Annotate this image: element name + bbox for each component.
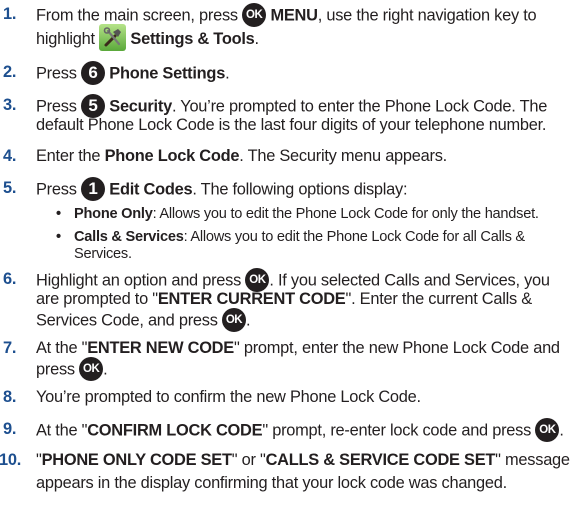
text: " message [495,451,570,469]
step-number: 7. [3,339,17,357]
text: ". Enter the current Calls & [345,290,533,308]
settings-tools-label: Settings & Tools [126,29,255,48]
security-label: Security [104,97,172,116]
text: Press [36,64,81,83]
text: You’re prompted to confirm the new Phone… [36,388,421,406]
step-number: 2. [3,63,17,81]
step-number: 10. [0,451,22,469]
text: Press [36,97,81,116]
step-number: 4. [3,147,17,165]
step-text: At the "ENTER NEW CODE" prompt, enter th… [36,338,586,381]
ok-key-icon: OK [221,308,246,332]
step-text: Press 6 Phone Settings. [36,61,586,85]
key-6-icon: 6 [80,61,105,85]
text: highlight [36,29,100,48]
step-number: 8. [3,388,17,406]
settings-tools-icon [99,24,127,51]
text: appears in the display confirming that y… [36,474,507,492]
option-label: Calls & Services [74,229,184,245]
text: Enter the [36,147,105,165]
step-number: 3. [3,96,17,114]
message-label: PHONE ONLY CODE SET [41,451,232,469]
text: . The following options display: [192,180,408,199]
step-text: Enter the Phone Lock Code. The Security … [36,146,586,166]
phone-lock-code-label: Phone Lock Code [104,147,240,165]
text: are prompted to " [36,290,158,308]
edit-codes-label: Edit Codes [104,180,193,199]
text: . You’re prompted to enter the Phone Loc… [171,97,548,116]
text: . [225,64,230,83]
key-1-icon: 1 [80,177,105,201]
step-text: Press 5 Security. You’re prompted to ent… [36,94,586,135]
option-text: : Allows you to edit the Phone Lock Code… [183,229,526,245]
message-label: CALLS & SERVICE CODE SET [265,451,496,469]
menu-label: MENU [266,6,318,25]
text: Press [36,180,81,199]
option-label: Phone Only [74,206,153,222]
text: At the " [36,339,88,357]
text: press [36,360,80,379]
text: . [103,360,108,379]
text: . The Security menu appears. [239,147,447,165]
ok-key-icon: OK [535,418,560,442]
text: Services Code, and press [36,311,222,330]
text: . If you selected Calls and Services, yo… [269,271,550,290]
text: . [559,421,564,440]
phone-settings-label: Phone Settings [104,64,226,83]
step-text: At the "CONFIRM LOCK CODE" prompt, re-en… [36,418,586,442]
key-5-icon: 5 [80,94,105,118]
step-text: You’re prompted to confirm the new Phone… [36,387,586,407]
step-number: 5. [3,179,17,197]
text: default Phone Lock Code is the last four… [36,116,547,134]
option-text: Services. [74,246,132,262]
text: " prompt, re-enter lock code and press [262,421,536,440]
text: . [254,29,260,48]
step-text: Highlight an option and press OK . If you… [36,268,586,332]
step-number: 1. [3,5,17,23]
bullet: • [56,206,61,222]
step-number: 6. [3,270,17,288]
text: , use the right navigation key to [317,6,537,25]
step-number: 9. [3,420,17,438]
prompt-label: ENTER CURRENT CODE [157,290,346,308]
bullet: • [56,229,61,245]
ok-key-icon: OK [242,3,267,27]
text: . [245,311,251,330]
step-text: From the main screen, press OK MENU, use… [36,3,586,51]
text: From the main screen, press [36,6,243,25]
prompt-label: CONFIRM LOCK CODE [87,421,263,440]
text: Highlight an option and press [36,271,246,290]
ok-key-icon: OK [79,357,104,381]
prompt-label: ENTER NEW CODE [87,339,234,357]
text: At the " [36,421,88,440]
text: " prompt, enter the new Phone Lock Code … [233,339,560,357]
instructions-page: 1. From the main screen, press OK MENU, … [0,0,588,526]
text: " or " [231,451,266,469]
option-text: : Allows you to edit the Phone Lock Code… [152,206,539,222]
step-text: Press 1 Edit Codes. The following option… [36,177,586,201]
step-text: "PHONE ONLY CODE SET" or "CALLS & SERVIC… [36,450,586,493]
